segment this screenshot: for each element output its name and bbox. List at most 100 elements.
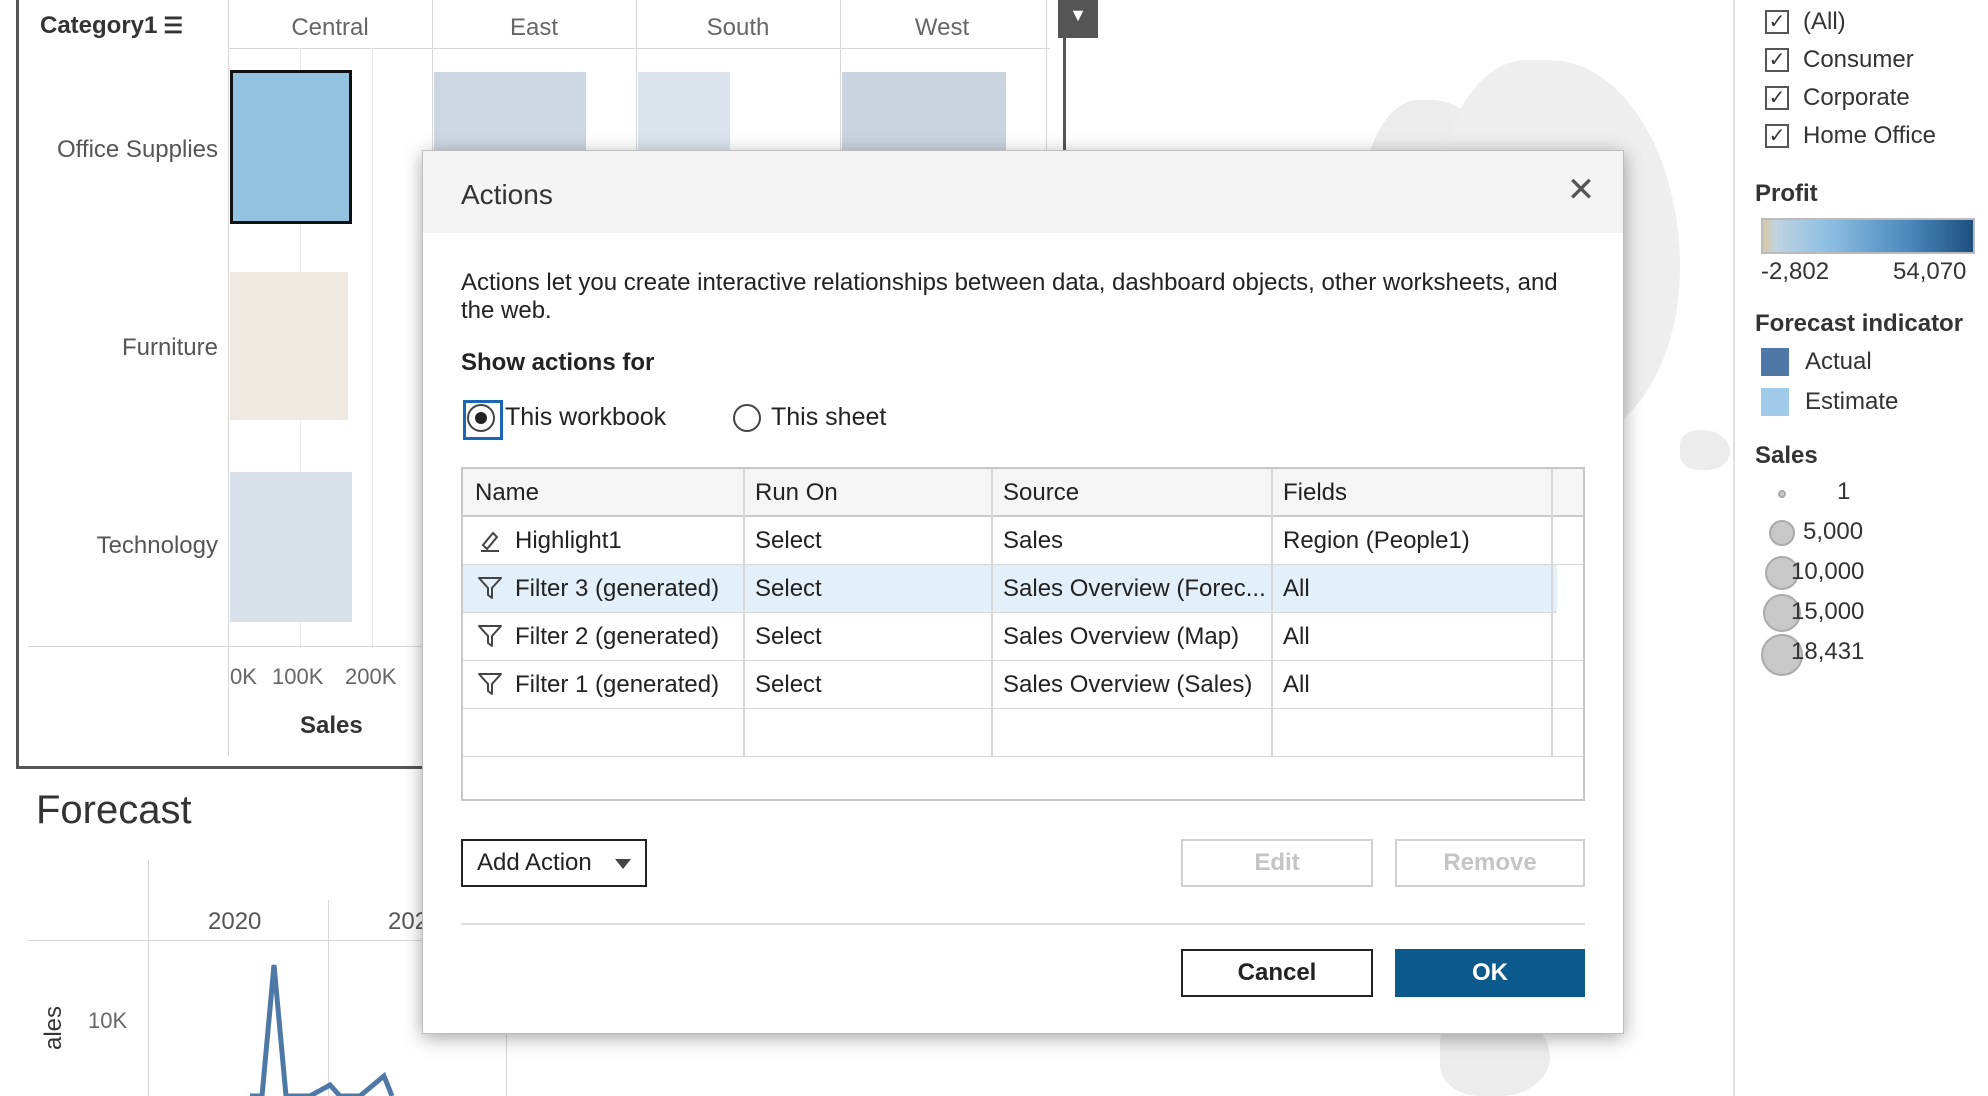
filter-icon [478,625,502,647]
checkbox-checked-icon[interactable]: ✓ [1765,10,1789,34]
row-label-technology[interactable]: Technology [97,532,218,560]
chevron-down-icon: ▼ [1069,5,1087,25]
bar-east-office-supplies[interactable] [434,72,586,152]
bar-central-technology[interactable] [230,472,352,622]
table-row[interactable]: Filter 2 (generated) Select Sales Overvi… [463,613,1583,661]
filter-item-label: Home Office [1803,122,1936,149]
row-run-on: Select [755,671,822,698]
region-header-west[interactable]: West [842,14,1042,42]
column-header-source[interactable]: Source [1003,479,1079,507]
column-header-name[interactable]: Name [475,479,539,507]
bar-central-office-supplies[interactable] [230,70,352,224]
segment-filter-all[interactable]: ✓ (All) [1765,4,1846,40]
column-header-run-on[interactable]: Run On [755,479,838,507]
color-swatch [1761,348,1789,376]
column-divider [840,0,841,150]
legend-item-actual[interactable]: Actual [1761,348,1872,376]
footer-divider [461,923,1585,925]
show-actions-for-label: Show actions for [461,349,655,376]
bar-south-office-supplies[interactable] [638,72,730,152]
forecast-indicator-legend-title: Forecast indicator [1755,310,1964,337]
x-axis-title: Sales [300,712,363,739]
sheet-menu-dropdown[interactable]: ▼ [1058,0,1098,38]
size-circle [1778,490,1786,498]
radio-this-sheet[interactable]: This sheet [733,403,886,432]
row-name: Filter 3 (generated) [515,575,720,602]
dialog-description: Actions let you create interactive relat… [461,269,1558,324]
y-axis-title: ales [40,1005,67,1050]
size-label: 5,000 [1803,518,1864,545]
add-action-dropdown[interactable]: Add Action [461,839,647,887]
row-name: Filter 2 (generated) [515,623,720,650]
focus-ring [463,399,503,440]
checkbox-checked-icon[interactable]: ✓ [1765,124,1789,148]
profit-legend-title: Profit [1755,180,1818,207]
radio-unselected-icon[interactable] [733,403,761,432]
size-label: 1 [1837,478,1851,505]
sales-size-legend-title: Sales [1755,442,1818,469]
row-source: Sales Overview (Map) [1003,623,1240,650]
row-name: Filter 1 (generated) [515,671,720,698]
row-fields: All [1283,623,1310,650]
legend-panel: ✓ (All) ✓ Consumer ✓ Corporate ✓ Home Office… [1733,0,1988,1096]
checkbox-checked-icon[interactable]: ✓ [1765,48,1789,72]
row-source: Sales Overview (Sales) [1003,671,1253,698]
row-label-furniture[interactable]: Furniture [122,334,218,362]
highlight-icon [481,531,499,552]
y-tick-label: 10K [88,1008,128,1033]
filter-icon [478,577,502,599]
axis-line [28,646,428,647]
segment-filter-corporate[interactable]: ✓ Corporate [1765,80,1910,116]
table-row-empty [463,709,1583,757]
column-header-fields[interactable]: Fields [1283,479,1347,507]
legend-item-estimate[interactable]: Estimate [1761,388,1898,416]
chevron-down-icon [615,859,631,869]
size-label: 15,000 [1791,598,1865,625]
filter-item-label: (All) [1803,8,1846,35]
table-row[interactable]: Highlight1 Select Sales Region (People1) [463,517,1583,565]
filter-item-label: Corporate [1803,84,1910,111]
segment-filter-home-office[interactable]: ✓ Home Office [1765,118,1936,154]
size-label: 18,431 [1791,638,1865,665]
checkbox-checked-icon[interactable]: ✓ [1765,86,1789,110]
segment-filter-consumer[interactable]: ✓ Consumer [1765,42,1914,78]
row-name: Highlight1 [515,527,622,554]
table-row[interactable]: Filter 1 (generated) Select Sales Overvi… [463,661,1583,709]
table-row-selected[interactable]: Filter 3 (generated) Select Sales Overvi… [463,565,1557,613]
column-divider [1551,469,1553,757]
forecast-line[interactable] [250,960,430,1096]
bar-central-furniture[interactable] [230,272,348,420]
radio-this-workbook[interactable]: This workbook [463,399,666,440]
year-label: 2020 [208,908,262,935]
radio-label: This sheet [771,403,887,431]
gridline [372,48,373,648]
size-circle [1769,520,1795,546]
legend-item-label: Estimate [1805,388,1899,415]
close-icon[interactable]: ✕ [1563,173,1599,209]
column-divider [1046,0,1047,150]
axis-line [28,940,428,941]
cancel-button[interactable]: Cancel [1181,949,1373,997]
forecast-title: Forecast [36,788,192,832]
region-header-south[interactable]: South [638,14,838,42]
row-label-office-supplies[interactable]: Office Supplies [57,136,218,164]
bar-west-office-supplies[interactable] [842,72,1006,152]
x-tick-label: 0K [230,664,257,689]
dialog-title: Actions [461,179,553,210]
table-header: Name Run On Source Fields [463,469,1583,517]
actions-table: Name Run On Source Fields Highlight1 Sel… [461,467,1585,801]
add-action-label: Add Action [477,849,592,876]
profit-min-label: -2,802 [1761,258,1830,285]
sort-icon[interactable]: ☰ [163,13,183,38]
radio-selected-icon[interactable] [463,399,503,440]
profit-color-ramp[interactable] [1761,218,1975,254]
remove-button[interactable]: Remove [1395,839,1585,887]
ok-button[interactable]: OK [1395,949,1585,997]
column-divider [743,469,745,757]
region-header-east[interactable]: East [434,14,634,42]
row-fields: All [1283,671,1310,698]
profit-max-label: 54,070 [1893,258,1967,285]
category-header[interactable]: Category1 ☰ [40,12,183,40]
region-header-central[interactable]: Central [230,14,430,42]
edit-button[interactable]: Edit [1181,839,1373,887]
